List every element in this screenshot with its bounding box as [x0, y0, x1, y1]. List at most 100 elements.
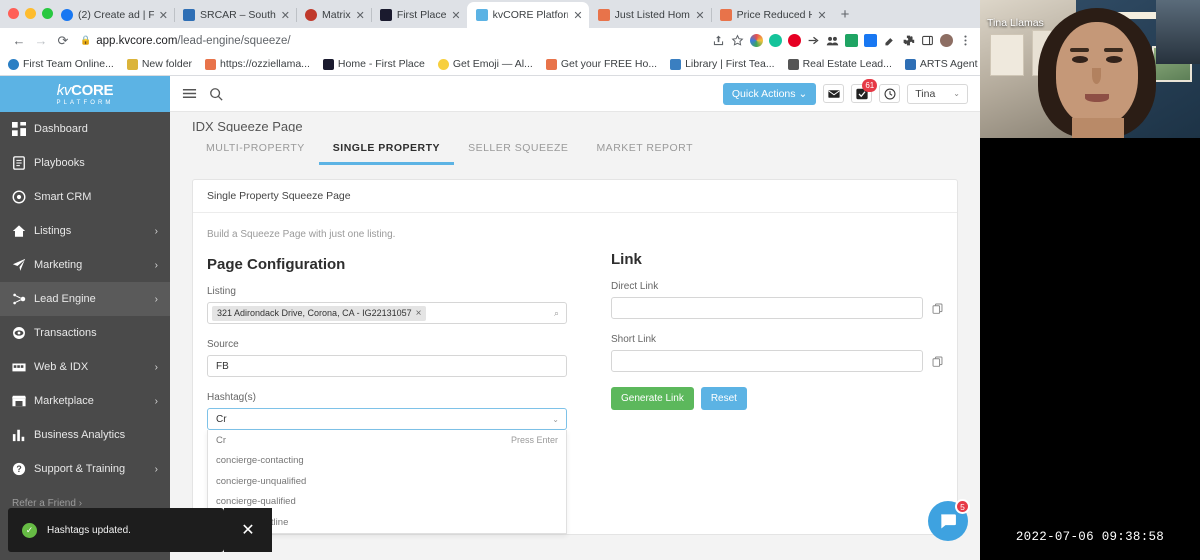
browser-tab-active[interactable]: kvCORE Platform ✕ — [466, 2, 589, 28]
facebook-extension-icon[interactable] — [864, 34, 877, 47]
tab-multi-property[interactable]: MULTI-PROPERTY — [192, 132, 319, 165]
close-tab-icon[interactable]: ✕ — [451, 9, 460, 22]
sidebar-item-business-analytics[interactable]: Business Analytics — [0, 418, 170, 452]
hamburger-menu-icon[interactable] — [182, 86, 197, 101]
browser-tab[interactable]: First Place ✕ — [371, 2, 468, 28]
tab-market-report[interactable]: MARKET REPORT — [582, 132, 707, 165]
mail-button[interactable] — [823, 84, 845, 103]
bookmark-item[interactable]: https://ozziellama... — [205, 58, 310, 70]
close-tab-icon[interactable]: ✕ — [817, 9, 826, 22]
paint-extension-icon[interactable] — [883, 34, 896, 47]
sidebar-item-marketplace[interactable]: Marketplace › — [0, 384, 170, 418]
bookmark-item[interactable]: New folder — [126, 58, 193, 70]
share-icon[interactable] — [712, 34, 725, 47]
direct-link-input[interactable] — [611, 297, 923, 319]
bookmark-item[interactable]: Get your FREE Ho... — [545, 58, 657, 70]
sidebar-item-playbooks[interactable]: Playbooks — [0, 146, 170, 180]
sidebar-item-dashboard[interactable]: Dashboard — [0, 112, 170, 146]
chevron-right-icon: › — [154, 293, 158, 305]
new-tab-button[interactable]: + — [841, 2, 850, 28]
chevron-down-icon[interactable]: ⌄ — [552, 415, 559, 424]
back-arrow-icon[interactable]: ← — [8, 33, 30, 48]
browser-tab[interactable]: Price Reduced Hom ✕ — [711, 2, 833, 28]
people-extension-icon[interactable] — [826, 34, 839, 47]
app-header: Quick Actions ⌄ 61 Tina ⌄ — [170, 76, 980, 112]
short-link-input[interactable] — [611, 350, 923, 372]
close-x-icon[interactable]: × — [416, 308, 422, 319]
browser-tab[interactable]: (2) Create ad | Fac ✕ — [52, 2, 175, 28]
history-button[interactable] — [879, 84, 901, 103]
sidebar-item-marketing[interactable]: Marketing › — [0, 248, 170, 282]
close-window-button[interactable] — [8, 8, 19, 19]
hashtags-value: Cr — [216, 413, 227, 425]
bookmark-item[interactable]: Home - First Place — [322, 58, 425, 70]
address-bar[interactable]: 🔒 app.kvcore.com/lead-engine/squeeze/ — [80, 35, 712, 47]
listing-chip[interactable]: 321 Adirondack Drive, Corona, CA - IG221… — [212, 305, 427, 321]
grammarly-icon[interactable] — [769, 34, 782, 47]
sidebar-item-transactions[interactable]: Transactions — [0, 316, 170, 350]
hashtags-input[interactable]: Cr ⌄ — [207, 408, 567, 430]
home-extension-icon[interactable] — [845, 34, 858, 47]
dropdown-option[interactable]: concierge-contacting — [208, 451, 566, 472]
copy-icon[interactable] — [932, 303, 943, 314]
chat-widget-button[interactable]: 5 — [928, 499, 970, 541]
toolbar-icons — [712, 34, 972, 47]
sidebar-item-web-idx[interactable]: Web & IDX › — [0, 350, 170, 384]
bookmark-item[interactable]: Get Emoji — Al... — [437, 58, 533, 70]
sidebar-item-lead-engine[interactable]: Lead Engine › — [0, 282, 170, 316]
chrome-menu-icon[interactable] — [959, 34, 972, 47]
logo-core: CORE — [71, 81, 114, 99]
browser-tab[interactable]: Matrix ✕ — [296, 2, 372, 28]
listing-input[interactable]: 321 Adirondack Drive, Corona, CA - IG221… — [207, 302, 567, 324]
webcam-name-label: Tina Llamas — [987, 17, 1044, 29]
close-tab-icon[interactable]: ✕ — [356, 9, 365, 22]
check-circle-icon: ✓ — [22, 522, 37, 538]
dropdown-option[interactable]: Cr Press Enter — [208, 430, 566, 451]
bookmark-item[interactable]: Real Estate Lead... — [787, 58, 892, 70]
dropdown-option-label: concierge-qualified — [216, 496, 296, 508]
close-tab-icon[interactable]: ✕ — [573, 9, 582, 22]
close-tab-icon[interactable]: ✕ — [159, 9, 168, 22]
sidebar-item-smart-crm[interactable]: Smart CRM — [0, 180, 170, 214]
source-input[interactable]: FB — [207, 355, 567, 377]
bookmark-item[interactable]: Library | First Tea... — [670, 58, 775, 70]
bookmark-star-icon[interactable] — [731, 34, 744, 47]
reset-button[interactable]: Reset — [700, 387, 747, 410]
tasks-button[interactable]: 61 — [851, 79, 878, 103]
forward-arrow-icon[interactable]: → — [30, 33, 52, 48]
sidepanel-icon[interactable] — [921, 34, 934, 47]
copy-icon[interactable] — [932, 356, 943, 367]
card-subtitle: Build a Squeeze Page with just one listi… — [207, 229, 396, 240]
toast-close-button[interactable]: ✕ — [224, 508, 272, 552]
browser-tab[interactable]: Just Listed Homes ✕ — [589, 2, 712, 28]
user-menu[interactable]: Tina ⌄ — [907, 83, 968, 104]
cursor-extension-icon[interactable] — [807, 34, 820, 47]
search-icon[interactable]: ⌕ — [554, 308, 559, 319]
minimize-window-button[interactable] — [25, 8, 36, 19]
app-logo[interactable]: kvCORE PLATFORM — [0, 76, 170, 112]
profile-avatar-icon[interactable] — [940, 34, 953, 47]
sidebar-item-support-training[interactable]: ? Support & Training › — [0, 452, 170, 486]
close-tab-icon[interactable]: ✕ — [695, 9, 704, 22]
bookmark-item[interactable]: First Team Online... — [8, 58, 114, 70]
reload-icon[interactable]: ⟳ — [52, 33, 74, 49]
close-tab-icon[interactable]: ✕ — [281, 9, 290, 22]
sidebar-label: Support & Training — [34, 463, 126, 475]
chevron-right-icon: › — [154, 259, 158, 271]
colors-extension-icon[interactable] — [750, 34, 763, 47]
pinterest-icon[interactable] — [788, 34, 801, 47]
puzzle-extensions-icon[interactable] — [902, 34, 915, 47]
search-icon[interactable] — [209, 87, 223, 101]
sidebar-item-listings[interactable]: Listings › — [0, 214, 170, 248]
sidebar-label: Playbooks — [34, 157, 85, 169]
clock-history-icon — [884, 88, 896, 99]
generate-link-button[interactable]: Generate Link — [611, 387, 694, 410]
dropdown-option[interactable]: concierge-unqualified — [208, 471, 566, 492]
window-controls[interactable] — [8, 8, 53, 19]
dropdown-option-label: Cr — [216, 434, 227, 446]
tab-single-property[interactable]: SINGLE PROPERTY — [318, 132, 455, 165]
quick-actions-button[interactable]: Quick Actions ⌄ — [722, 82, 817, 105]
browser-tab[interactable]: SRCAR – Southwes ✕ — [174, 2, 297, 28]
tab-seller-squeeze[interactable]: SELLER SQUEEZE — [454, 132, 582, 165]
bookmark-label: New folder — [141, 58, 193, 70]
